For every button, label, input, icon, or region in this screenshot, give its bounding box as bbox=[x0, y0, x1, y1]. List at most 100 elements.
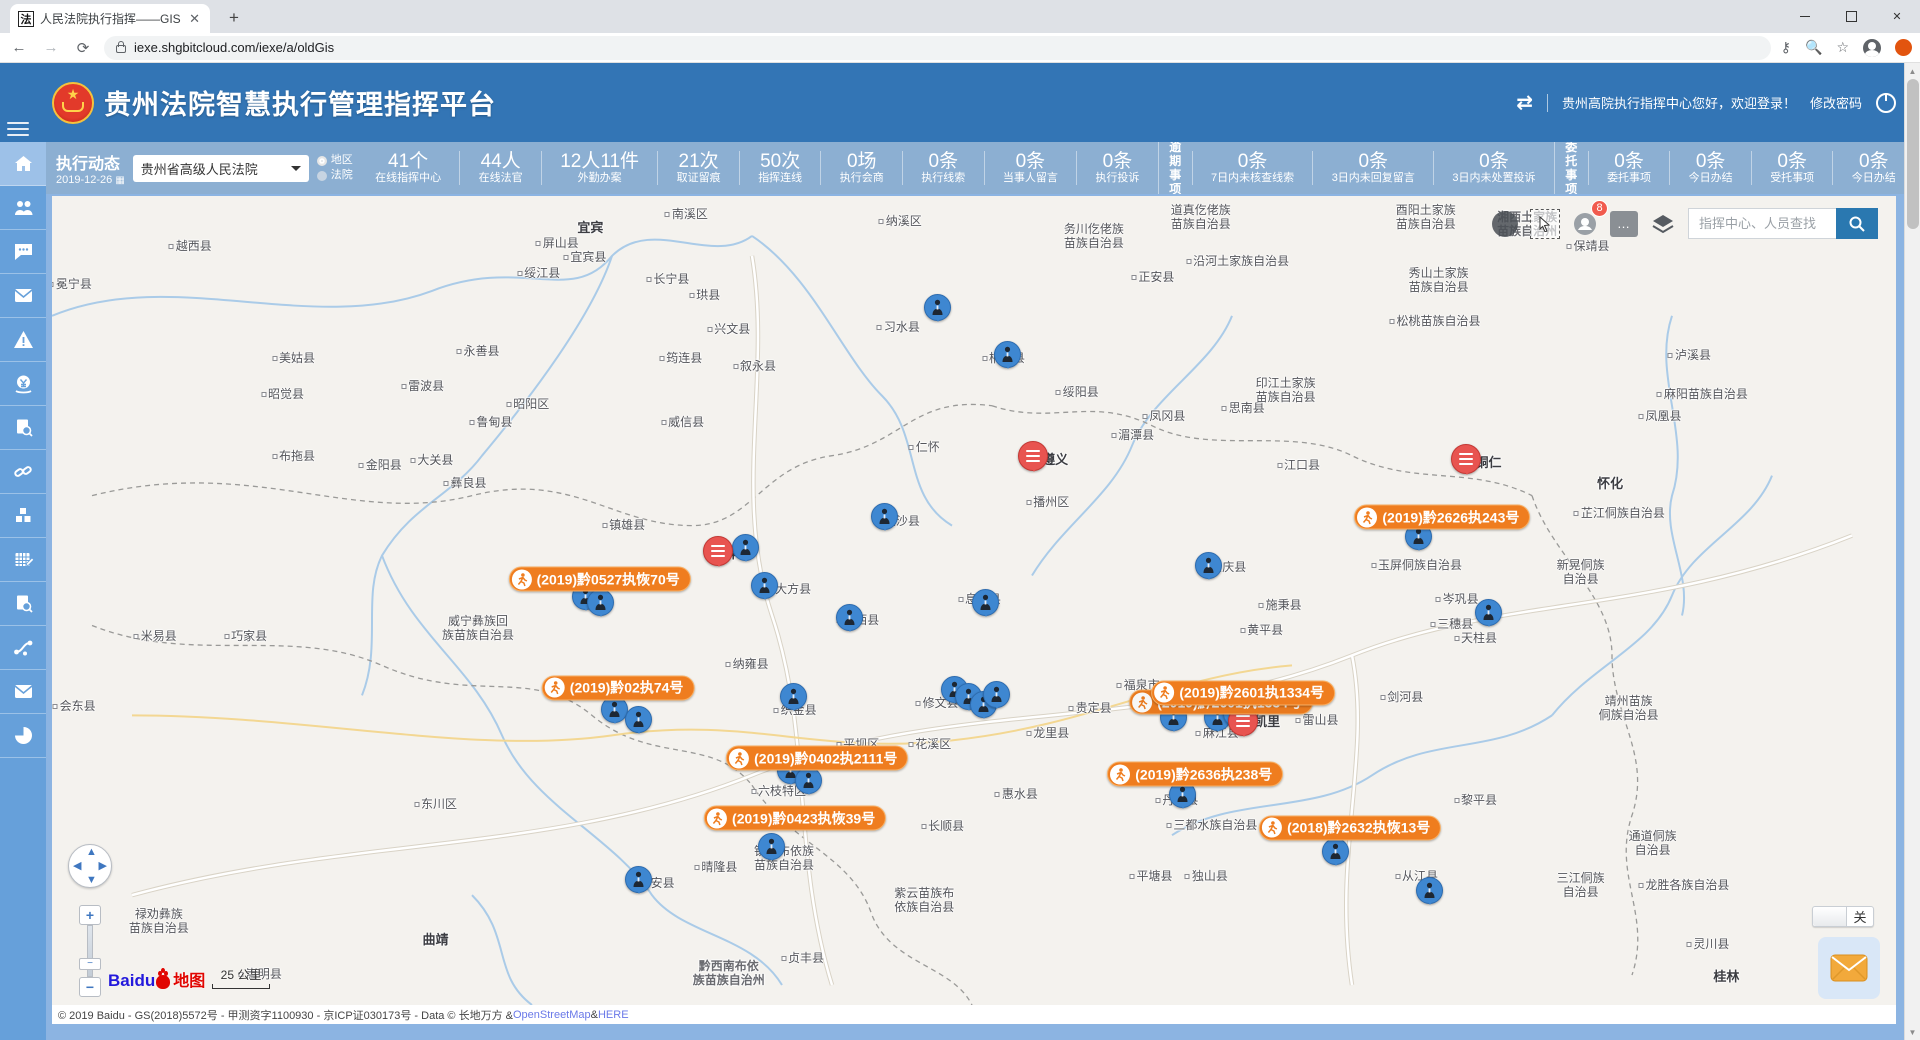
stat-item[interactable]: 0条执行投诉 bbox=[1076, 151, 1158, 185]
officer-marker[interactable] bbox=[836, 604, 863, 631]
switch-platform-icon[interactable]: ⇄ bbox=[1516, 90, 1533, 115]
case-number-label[interactable]: (2018)黔2632执恢13号 bbox=[1259, 815, 1441, 840]
message-icon[interactable]: … bbox=[1610, 211, 1638, 237]
stat-item[interactable]: 0条7日内未核查线索 bbox=[1192, 151, 1313, 185]
sidebar-item-mail[interactable] bbox=[0, 274, 46, 318]
osm-link[interactable]: OpenStreetMap bbox=[513, 1009, 591, 1021]
stat-item[interactable]: 21次取证留痕 bbox=[657, 151, 739, 185]
court-selector-dropdown[interactable]: 贵州省高级人民法院 bbox=[133, 155, 309, 182]
case-number-label[interactable]: (2019)黔02执74号 bbox=[542, 675, 695, 700]
sidebar-item-pie[interactable] bbox=[0, 714, 46, 758]
window-close-button[interactable] bbox=[1874, 0, 1920, 33]
officer-marker[interactable] bbox=[795, 767, 822, 794]
sidebar-item-cubes[interactable] bbox=[0, 494, 46, 538]
reload-icon[interactable]: ⟳ bbox=[72, 39, 94, 57]
address-bar[interactable]: iexe.shgbitcloud.com/iexe/a/oldGis bbox=[104, 36, 1771, 60]
sidebar-item-link[interactable] bbox=[0, 450, 46, 494]
browser-tab[interactable]: 法 人民法院执行指挥——GIS可视化 ✕ bbox=[10, 4, 210, 33]
radio-court-dot[interactable] bbox=[317, 171, 327, 181]
radio-region-dot[interactable] bbox=[317, 156, 327, 166]
cluster-marker[interactable] bbox=[1451, 444, 1481, 474]
stat-item[interactable]: 41个在线指挥中心 bbox=[357, 151, 460, 185]
page-zoom-icon[interactable]: 🔍 bbox=[1805, 39, 1822, 56]
radio-region[interactable]: 地区 bbox=[317, 153, 353, 168]
browser-profile-icon[interactable] bbox=[1895, 39, 1912, 56]
zoom-slider-handle[interactable]: − bbox=[79, 958, 101, 970]
sidebar-item-finance[interactable] bbox=[0, 362, 46, 406]
search-input[interactable] bbox=[1688, 208, 1836, 239]
zoom-in-button[interactable]: + bbox=[79, 905, 101, 925]
pan-right-icon[interactable]: ▶ bbox=[99, 859, 107, 872]
layers-icon[interactable] bbox=[1648, 209, 1678, 239]
scrollbar-thumb[interactable] bbox=[1907, 79, 1919, 229]
stat-item[interactable]: 0条3日内未回复留言 bbox=[1312, 151, 1433, 185]
sidebar-item-alert[interactable] bbox=[0, 318, 46, 362]
sidebar-item-chat[interactable] bbox=[0, 230, 46, 274]
case-number-label[interactable]: (2019)黔2636执238号 bbox=[1107, 762, 1283, 787]
officer-marker[interactable] bbox=[871, 503, 898, 530]
case-number-label[interactable]: (2019)黔2626执243号 bbox=[1354, 505, 1530, 530]
logout-power-icon[interactable] bbox=[1876, 93, 1896, 113]
cluster-marker[interactable] bbox=[1018, 441, 1048, 471]
pan-down-icon[interactable]: ▼ bbox=[86, 874, 97, 886]
stat-item[interactable]: 0条受托事项 bbox=[1751, 151, 1833, 185]
select-cursor-icon[interactable] bbox=[1530, 209, 1560, 239]
stat-item[interactable]: 50次指挥连线 bbox=[739, 151, 821, 185]
window-minimize-button[interactable] bbox=[1782, 0, 1828, 33]
password-key-icon[interactable]: ⚷ bbox=[1781, 39, 1791, 56]
sidebar-item-calendar[interactable] bbox=[0, 538, 46, 582]
forward-icon[interactable]: → bbox=[40, 39, 62, 56]
stat-item[interactable]: 0条今日办结 bbox=[1669, 151, 1751, 185]
scrollbar-down-icon[interactable]: ▼ bbox=[1905, 1024, 1920, 1040]
browser-avatar[interactable] bbox=[1863, 39, 1881, 57]
close-toggle[interactable]: 关 bbox=[1812, 906, 1874, 927]
window-maximize-button[interactable] bbox=[1828, 0, 1874, 33]
toggle-knob[interactable] bbox=[1813, 907, 1847, 926]
sidebar-item-doc-search[interactable] bbox=[0, 406, 46, 450]
stat-item[interactable]: 0条今日办结 bbox=[1832, 151, 1914, 185]
sidebar-item-team[interactable] bbox=[0, 186, 46, 230]
stat-item[interactable]: 12人11件外勤办案 bbox=[541, 151, 657, 185]
sidebar-item-mail-2[interactable] bbox=[0, 670, 46, 714]
menu-hamburger-icon[interactable] bbox=[7, 118, 29, 140]
new-tab-button[interactable]: + bbox=[222, 8, 246, 28]
case-number-label[interactable]: (2019)黔0402执2111号 bbox=[726, 746, 908, 771]
case-number-label[interactable]: (2019)黔0527执恢70号 bbox=[509, 567, 691, 592]
map-pan-control[interactable]: ▲ ▼ ◀ ▶ bbox=[68, 844, 112, 888]
officer-marker[interactable] bbox=[1416, 877, 1443, 904]
scrollbar-up-icon[interactable]: ▲ bbox=[1905, 63, 1920, 79]
officer-marker[interactable] bbox=[587, 589, 614, 616]
stat-item[interactable]: 44人在线法官 bbox=[459, 151, 541, 185]
stat-item[interactable]: 0条委托事项 bbox=[1588, 151, 1670, 185]
search-button[interactable] bbox=[1836, 208, 1878, 239]
mail-widget-button[interactable] bbox=[1818, 937, 1880, 999]
officer-marker[interactable] bbox=[983, 681, 1010, 708]
officer-marker[interactable] bbox=[758, 833, 785, 860]
stat-item[interactable]: 0条3日内未处置投诉 bbox=[1433, 151, 1554, 185]
case-number-label[interactable]: (2019)黔0423执恢39号 bbox=[704, 806, 886, 831]
page-scrollbar[interactable]: ▲ ▼ bbox=[1904, 63, 1920, 1040]
stat-item[interactable]: 0条执行线索 bbox=[902, 151, 984, 185]
change-password-link[interactable]: 修改密码 bbox=[1810, 93, 1862, 112]
sidebar-item-home[interactable] bbox=[0, 142, 46, 186]
pan-left-icon[interactable]: ◀ bbox=[73, 859, 81, 872]
zoom-out-button[interactable]: − bbox=[79, 977, 101, 997]
stat-item[interactable]: 0场执行会商 bbox=[820, 151, 902, 185]
calendar-icon[interactable]: ▦ bbox=[115, 175, 124, 186]
alert-monitor-icon[interactable]: 8 bbox=[1570, 209, 1600, 239]
radio-court[interactable]: 法院 bbox=[317, 168, 353, 183]
officer-marker[interactable] bbox=[732, 534, 759, 561]
sidebar-item-route[interactable] bbox=[0, 626, 46, 670]
tab-close-icon[interactable]: ✕ bbox=[187, 11, 202, 27]
here-link[interactable]: HERE bbox=[598, 1009, 629, 1021]
cluster-marker[interactable] bbox=[703, 536, 733, 566]
back-icon[interactable]: ← bbox=[8, 39, 30, 56]
zoom-slider-track[interactable]: − bbox=[87, 925, 93, 977]
locate-icon[interactable] bbox=[1490, 209, 1520, 239]
bookmark-star-icon[interactable]: ☆ bbox=[1836, 39, 1849, 56]
pan-up-icon[interactable]: ▲ bbox=[86, 846, 97, 858]
stat-item[interactable]: 0条当事人留言 bbox=[984, 151, 1077, 185]
officer-marker[interactable] bbox=[972, 589, 999, 616]
map-canvas[interactable]: 屏山县宜宾宜宾县南溪区纳溪区长宁县珙县筠连县兴文县叙永县习水县正安县道真仡佬族 … bbox=[52, 196, 1896, 1005]
case-number-label[interactable]: (2019)黔2601执1334号 bbox=[1151, 680, 1335, 705]
